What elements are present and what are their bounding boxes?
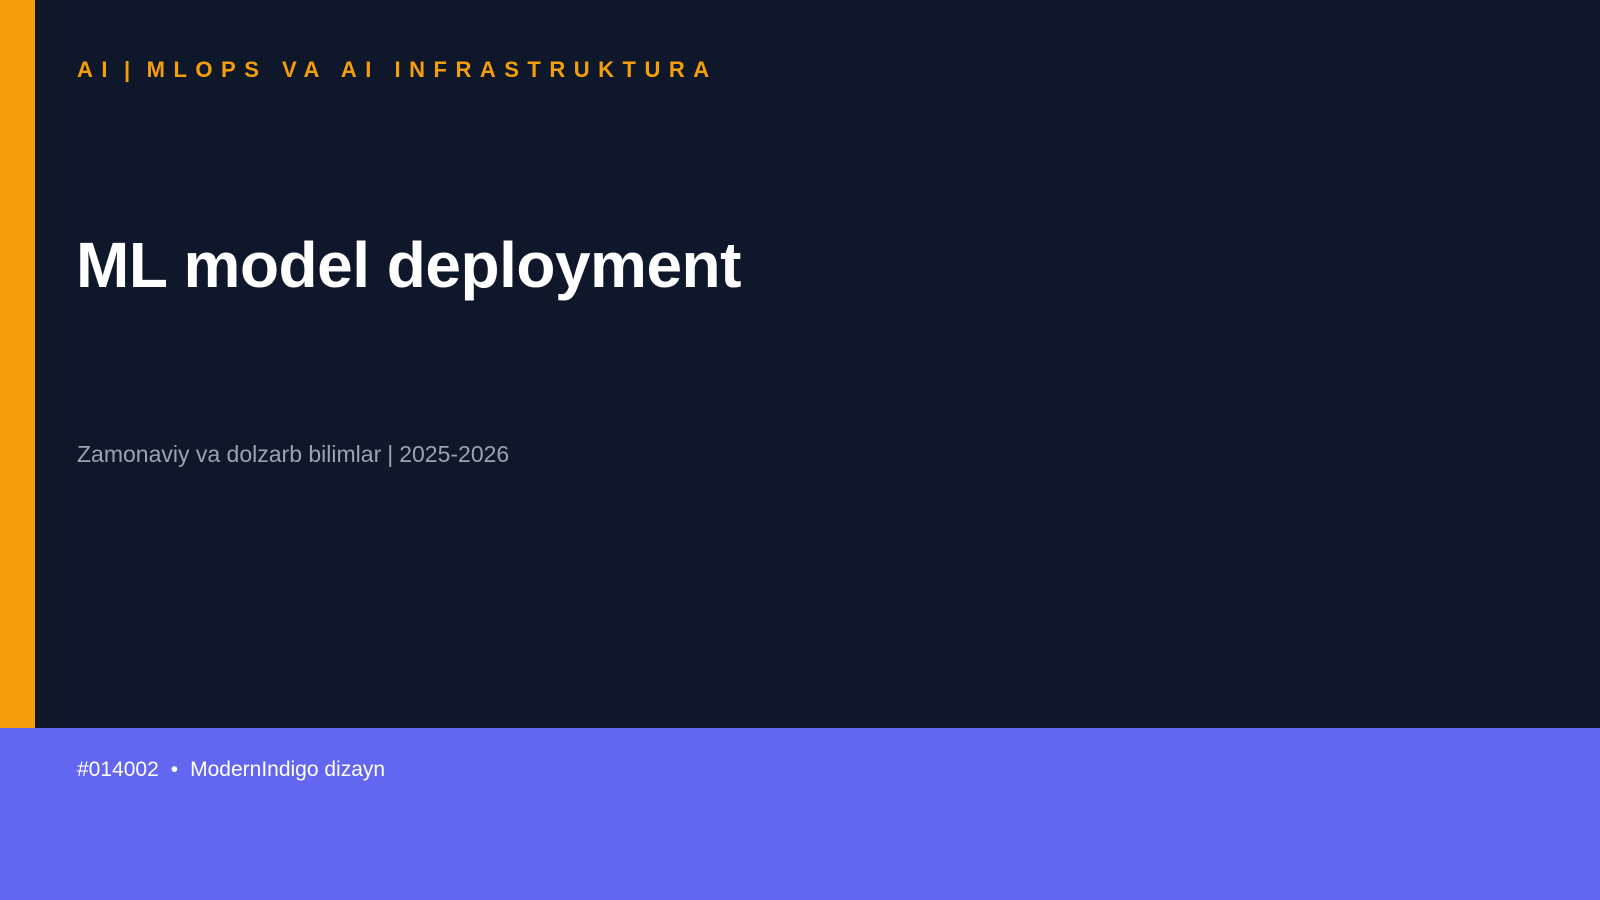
slide: AI | MLOPS VA AI INFRASTRUKTURA ML model d… <box>0 0 1600 900</box>
category-label: AI | MLOPS VA AI INFRASTRUKTURA <box>77 57 718 83</box>
footer-design: ModernIndigo dizayn <box>190 758 386 781</box>
slide-title: ML model deployment <box>76 229 741 301</box>
category-separator: | <box>124 57 139 82</box>
footer-band: #014002 • ModernIndigo dizayn <box>0 728 1600 900</box>
footer-id: #014002 <box>77 758 159 781</box>
subtitle-part1: Zamonaviy va dolzarb bilimlar <box>77 441 382 467</box>
subtitle-separator: | <box>387 441 394 467</box>
slide-subtitle: Zamonaviy va dolzarb bilimlar | 2025-2026 <box>77 441 509 468</box>
footer-bullet: • <box>170 758 179 781</box>
subtitle-part2: 2025-2026 <box>399 441 510 467</box>
category-part1: AI <box>77 57 116 82</box>
category-part2: MLOPS VA AI INFRASTRUKTURA <box>146 57 718 82</box>
footer-text: #014002 • ModernIndigo dizayn <box>77 758 385 782</box>
accent-bar <box>0 0 35 728</box>
